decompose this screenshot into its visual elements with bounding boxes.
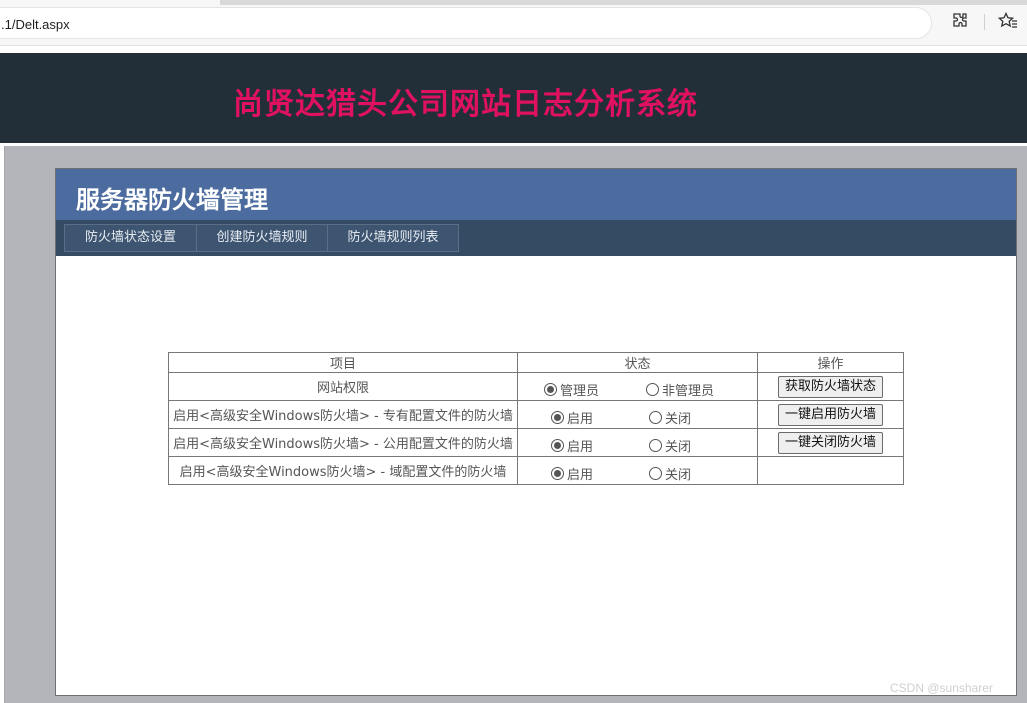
firewall-panel: 服务器防火墙管理 防火墙状态设置 创建防火墙规则 防火墙规则列表 项目 状态 操… — [55, 168, 1017, 696]
row-item-label: 启用<高级安全Windows防火墙> - 域配置文件的防火墙 — [168, 456, 518, 485]
toolbar-separator — [984, 14, 985, 30]
radio-label: 管理员 — [560, 383, 600, 399]
radio-disable-public[interactable]: 关闭 — [649, 436, 691, 455]
tab-firewall-status-settings[interactable]: 防火墙状态设置 — [64, 224, 197, 252]
table-row: 启用<高级安全Windows防火墙> - 公用配置文件的防火墙 启用 关闭 一键… — [168, 428, 904, 457]
frame-left-edge — [0, 146, 5, 703]
row-item-label: 启用<高级安全Windows防火墙> - 专有配置文件的防火墙 — [168, 400, 518, 429]
radio-label: 关闭 — [665, 439, 692, 455]
favorites-icon[interactable] — [997, 11, 1018, 32]
radio-label: 启用 — [567, 467, 594, 483]
radio-dot-selected[interactable] — [551, 410, 564, 424]
radio-non-admin[interactable]: 非管理员 — [646, 380, 714, 399]
row-state-cell: 启用 关闭 — [517, 400, 758, 429]
active-browser-tab[interactable] — [0, 0, 220, 5]
row-state-cell: 管理员 非管理员 — [517, 372, 758, 401]
radio-label: 启用 — [567, 411, 594, 427]
tab-firewall-rule-list[interactable]: 防火墙规则列表 — [327, 224, 459, 252]
row-item-label: 网站权限 — [168, 372, 518, 401]
radio-dot[interactable] — [649, 438, 662, 452]
tab-strip — [0, 0, 1027, 5]
site-title: 尚贤达猎头公司网站日志分析系统 — [233, 87, 698, 122]
radio-enable-domain[interactable]: 启用 — [551, 464, 593, 483]
radio-label: 启用 — [567, 439, 594, 455]
header-item: 项目 — [168, 352, 518, 373]
radio-enable-public[interactable]: 启用 — [551, 436, 593, 455]
header-operation: 操作 — [757, 352, 904, 373]
disable-firewall-button[interactable]: 一键关闭防火墙 — [777, 431, 883, 454]
table-row: 启用<高级安全Windows防火墙> - 域配置文件的防火墙 启用 关闭 — [168, 456, 904, 485]
panel-title: 服务器防火墙管理 — [76, 186, 268, 214]
enable-firewall-button[interactable]: 一键启用防火墙 — [777, 403, 883, 426]
radio-label: 关闭 — [665, 411, 692, 427]
firewall-settings-table: 项目 状态 操作 网站权限 管理员 非管理员 获取防火墙状态 启用<高级安全Wi… — [168, 352, 904, 485]
row-state-cell: 启用 关闭 — [517, 428, 758, 457]
panel-nav: 防火墙状态设置 创建防火墙规则 防火墙规则列表 — [56, 220, 1016, 256]
tab-create-firewall-rule[interactable]: 创建防火墙规则 — [196, 224, 328, 252]
row-item-label: 启用<高级安全Windows防火墙> - 公用配置文件的防火墙 — [168, 428, 518, 457]
panel-title-bar: 服务器防火墙管理 — [56, 169, 1016, 220]
radio-label: 非管理员 — [662, 383, 715, 399]
row-action-cell: 一键启用防火墙 — [757, 400, 904, 429]
table-row: 网站权限 管理员 非管理员 获取防火墙状态 — [168, 372, 904, 401]
browser-chrome: .1/Delt.aspx — [0, 0, 1027, 46]
radio-dot[interactable] — [649, 466, 662, 480]
radio-dot-selected[interactable] — [551, 438, 564, 452]
radio-label: 关闭 — [665, 467, 692, 483]
row-action-cell: 一键关闭防火墙 — [757, 428, 904, 457]
radio-dot[interactable] — [649, 410, 662, 424]
table-header-row: 项目 状态 操作 — [168, 352, 904, 373]
row-state-cell: 启用 关闭 — [517, 456, 758, 485]
table-row: 启用<高级安全Windows防火墙> - 专有配置文件的防火墙 启用 关闭 一键… — [168, 400, 904, 429]
site-header: 尚贤达猎头公司网站日志分析系统 — [0, 53, 1027, 143]
radio-dot-selected[interactable] — [551, 466, 564, 480]
address-bar[interactable]: .1/Delt.aspx — [0, 7, 932, 39]
row-action-cell: 获取防火墙状态 — [757, 372, 904, 401]
radio-disable-domain[interactable]: 关闭 — [649, 464, 691, 483]
header-state: 状态 — [517, 352, 758, 373]
radio-admin[interactable]: 管理员 — [544, 380, 599, 399]
radio-dot[interactable] — [646, 382, 659, 396]
extension-icon[interactable] — [950, 12, 970, 32]
get-firewall-status-button[interactable]: 获取防火墙状态 — [777, 375, 883, 398]
row-action-cell-empty — [757, 456, 904, 485]
radio-dot-selected[interactable] — [544, 382, 557, 396]
radio-enable-private[interactable]: 启用 — [551, 408, 593, 427]
radio-disable-private[interactable]: 关闭 — [649, 408, 691, 427]
watermark: CSDN @sunsharer — [890, 681, 993, 695]
address-bar-url[interactable]: .1/Delt.aspx — [1, 17, 70, 32]
